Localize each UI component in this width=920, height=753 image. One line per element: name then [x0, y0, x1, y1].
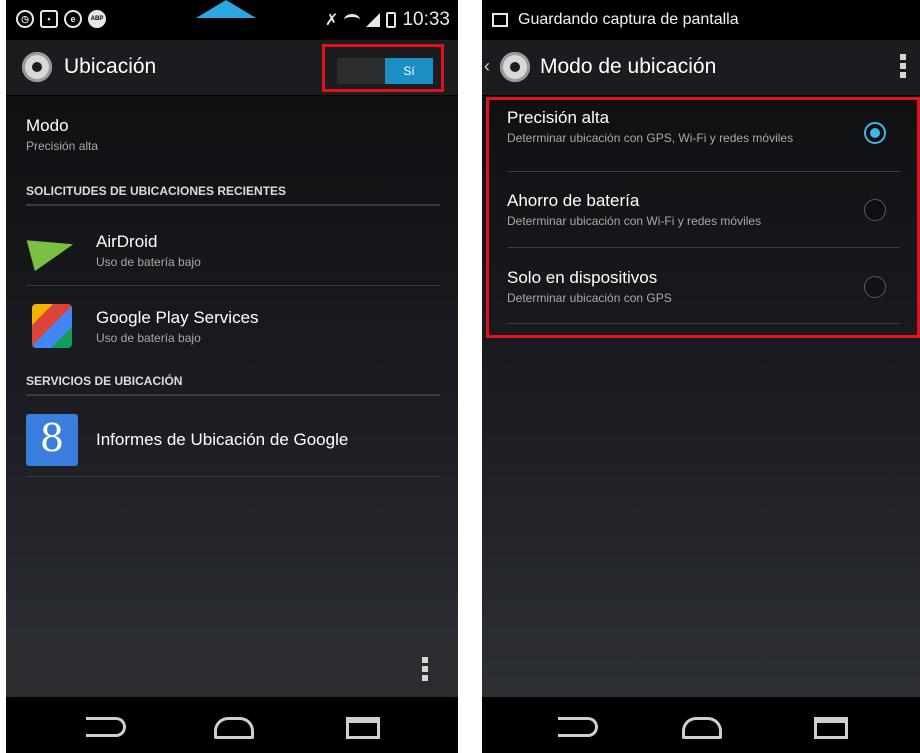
airdroid-plane-icon [26, 224, 78, 276]
screenshot-icon [492, 13, 508, 27]
option-description: Determinar ubicación con Wi-Fi y redes m… [507, 214, 762, 228]
status-bar: Guardando captura de pantalla [482, 0, 920, 40]
option-battery-saving[interactable]: Ahorro de batería Determinar ubicación c… [507, 191, 900, 228]
status-icons-right: ✗ 10:33 [325, 9, 450, 31]
section-recent-requests: SOLICITUDES DE UBICACIONES RECIENTES [26, 184, 440, 206]
settings-gear-icon [22, 52, 52, 82]
radio-unselected-icon[interactable] [864, 276, 886, 298]
mode-value: Precisión alta [26, 139, 99, 153]
alarm-icon: ◷ [16, 10, 34, 28]
option-description: Determinar ubicación con GPS [507, 291, 672, 305]
action-bar: Ubicación Sí [6, 40, 458, 96]
battery-icon [386, 12, 397, 28]
status-notification-text: Guardando captura de pantalla [518, 11, 739, 28]
mode-setting[interactable]: Modo Precisión alta [26, 116, 440, 153]
recent-apps-icon[interactable] [814, 717, 848, 739]
divider [26, 476, 440, 477]
pull-down-indicator-icon [196, 0, 256, 18]
option-title: Ahorro de batería [507, 191, 640, 210]
app-row-airdroid[interactable]: AirDroid Uso de batería bajo [26, 220, 440, 280]
mode-title: Modo [26, 116, 69, 135]
status-bar: ◷ ▪ e ABP ✗ 10:33 [6, 0, 458, 40]
mute-icon: ✗ [325, 12, 339, 29]
location-toggle[interactable]: Sí [337, 58, 433, 84]
google-location-icon: 8 [26, 414, 78, 466]
navigation-bar [6, 697, 458, 753]
option-high-accuracy[interactable]: Precisión alta Determinar ubicación con … [507, 108, 900, 145]
status-icons-left: ◷ ▪ e ABP [16, 10, 106, 28]
radio-selected-icon[interactable] [864, 122, 886, 144]
overflow-menu-icon[interactable] [422, 657, 428, 684]
section-location-services: SERVICIOS DE UBICACIÓN [26, 374, 440, 396]
settings-content: Modo Precisión alta SOLICITUDES DE UBICA… [6, 96, 458, 697]
back-icon[interactable] [86, 717, 126, 737]
toggle-highlight: Sí [322, 44, 444, 92]
app-name: Google Play Services [96, 307, 259, 327]
app-battery-usage: Uso de batería bajo [96, 254, 201, 269]
right-phone-screen: Guardando captura de pantalla ‹ Modo de … [482, 0, 920, 753]
app-row-google-play-services[interactable]: Google Play Services Uso de batería bajo [26, 296, 440, 356]
radio-unselected-icon[interactable] [864, 199, 886, 221]
bottom-overflow-bar [6, 641, 458, 697]
up-navigation-chevron-icon[interactable]: ‹ [484, 56, 490, 77]
divider [507, 171, 900, 172]
wifi-icon [344, 14, 361, 26]
divider [507, 247, 900, 248]
page-title: Modo de ubicación [540, 55, 717, 78]
recent-apps-icon[interactable] [346, 717, 380, 739]
abp-icon: ABP [88, 10, 106, 28]
left-phone-screen: ◷ ▪ e ABP ✗ 10:33 Ubicación Sí Modo Prec… [6, 0, 458, 753]
overflow-menu-icon[interactable] [900, 54, 906, 81]
signal-icon [366, 13, 381, 27]
back-icon[interactable] [558, 717, 598, 737]
action-bar: ‹ Modo de ubicación [482, 40, 920, 96]
settings-gear-icon[interactable] [500, 52, 530, 82]
circle-e-icon: e [64, 10, 82, 28]
toggle-on-label: Sí [385, 58, 433, 84]
home-icon[interactable] [682, 717, 722, 739]
service-row-google-location-reports[interactable]: 8 Informes de Ubicación de Google [26, 410, 440, 470]
gallery-icon: ▪ [40, 10, 58, 28]
option-description: Determinar ubicación con GPS, Wi-Fi y re… [507, 131, 794, 145]
option-title: Precisión alta [507, 108, 610, 127]
divider [507, 323, 900, 324]
divider [26, 285, 440, 286]
google-play-services-icon [32, 304, 72, 348]
service-name: Informes de Ubicación de Google [96, 430, 349, 449]
option-title: Solo en dispositivos [507, 268, 658, 287]
option-device-only[interactable]: Solo en dispositivos Determinar ubicació… [507, 268, 900, 305]
status-time: 10:33 [402, 9, 450, 30]
page-title: Ubicación [64, 55, 157, 78]
app-battery-usage: Uso de batería bajo [96, 330, 201, 345]
app-name: AirDroid [96, 231, 158, 251]
home-icon[interactable] [214, 717, 254, 739]
navigation-bar [482, 697, 920, 753]
